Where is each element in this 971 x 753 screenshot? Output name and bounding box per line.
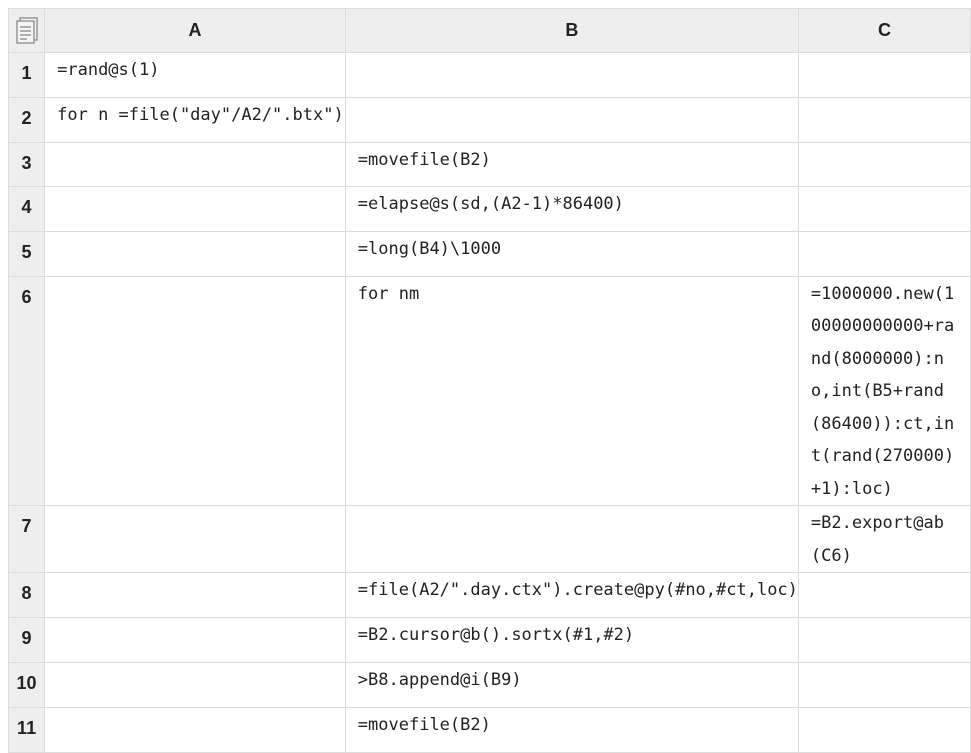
table-row: 2 for n =file("day"/A2/".btx"): [7, 96, 971, 143]
cell-b4[interactable]: =elapse@s(sd,(A2-1)*86400): [344, 186, 799, 233]
table-row: 6 for nm =1000000.new(100000000000+rand(80…: [7, 275, 971, 507]
row-header[interactable]: 10: [7, 662, 46, 708]
table-row: 8 =file(A2/".day.ctx").create@py(#no,#ct,…: [7, 572, 971, 619]
column-header-row: A B C: [7, 8, 971, 53]
cell-a5[interactable]: [44, 231, 346, 277]
sheet-menu-icon[interactable]: [14, 16, 40, 46]
row-header[interactable]: 6: [7, 275, 46, 507]
cell-a4[interactable]: [44, 186, 346, 233]
cell-c9[interactable]: [797, 617, 971, 664]
cell-text: =B2.export@ab(C6): [810, 513, 944, 566]
cell-text: for n =file("day"/A2/".btx"): [57, 104, 344, 125]
row-header[interactable]: 4: [7, 186, 46, 233]
cell-b11[interactable]: =movefile(B2): [344, 706, 799, 753]
cell-b9[interactable]: =B2.cursor@b().sortx(#1,#2): [344, 617, 799, 664]
table-row: 4 =elapse@s(sd,(A2-1)*86400): [7, 186, 971, 233]
cell-text: =movefile(B2): [357, 149, 491, 170]
cell-b6[interactable]: for nm: [344, 275, 799, 507]
row-header[interactable]: 1: [7, 52, 46, 98]
select-all-corner[interactable]: [7, 8, 46, 53]
row-header[interactable]: 7: [7, 505, 46, 574]
cell-text: =rand@s(1): [57, 60, 160, 80]
cell-c8[interactable]: [797, 572, 971, 619]
cell-c7[interactable]: =B2.export@ab(C6): [797, 505, 971, 574]
row-header[interactable]: 8: [7, 572, 46, 619]
row-header[interactable]: 11: [7, 706, 46, 753]
cell-text: =long(B4)\1000: [357, 239, 502, 260]
cell-c4[interactable]: [797, 186, 971, 233]
cell-b5[interactable]: =long(B4)\1000: [344, 231, 799, 277]
cell-a6[interactable]: [44, 275, 346, 507]
cell-a10[interactable]: [44, 662, 346, 708]
cell-c11[interactable]: [797, 706, 971, 753]
cell-a9[interactable]: [44, 617, 346, 664]
cell-c3[interactable]: [797, 141, 971, 188]
column-header-c[interactable]: C: [797, 8, 971, 53]
table-row: 9 =B2.cursor@b().sortx(#1,#2): [7, 617, 971, 664]
cell-a7[interactable]: [44, 505, 346, 574]
cell-b7[interactable]: [344, 505, 799, 574]
table-row: 5 =long(B4)\1000: [7, 231, 971, 277]
cell-b10[interactable]: >B8.append@i(B9): [344, 662, 799, 708]
cell-a8[interactable]: [44, 572, 346, 619]
table-row: 10 >B8.append@i(B9): [7, 662, 971, 708]
row-header[interactable]: 2: [7, 96, 46, 143]
cell-a1[interactable]: =rand@s(1): [44, 52, 346, 98]
cell-b8[interactable]: =file(A2/".day.ctx").create@py(#no,#ct,l…: [344, 572, 799, 619]
cell-b1[interactable]: [344, 52, 799, 98]
cell-text: =movefile(B2): [357, 714, 491, 735]
row-header[interactable]: 9: [7, 617, 46, 664]
spreadsheet-grid: A B C 1 =rand@s(1) 2 for n =file("day"/A2/"…: [7, 8, 971, 753]
cell-a11[interactable]: [44, 706, 346, 753]
cell-a3[interactable]: [44, 141, 346, 188]
column-header-b[interactable]: B: [344, 8, 799, 53]
column-header-a[interactable]: A: [44, 8, 346, 53]
table-row: 7 =B2.export@ab(C6): [7, 505, 971, 574]
cell-c6[interactable]: =1000000.new(100000000000+rand(8000000):…: [797, 275, 971, 507]
cell-text: =elapse@s(sd,(A2-1)*86400): [357, 194, 624, 215]
cell-b3[interactable]: =movefile(B2): [344, 141, 799, 188]
cell-text: =B2.cursor@b().sortx(#1,#2): [357, 625, 635, 646]
cell-text: =1000000.new(100000000000+rand(8000000):…: [810, 283, 955, 499]
cell-c10[interactable]: [797, 662, 971, 708]
cell-b2[interactable]: [344, 96, 799, 143]
cell-c5[interactable]: [797, 231, 971, 277]
table-row: 3 =movefile(B2): [7, 141, 971, 188]
cell-text: for nm: [357, 283, 420, 304]
row-header[interactable]: 3: [7, 141, 46, 188]
cell-a2[interactable]: for n =file("day"/A2/".btx"): [44, 96, 346, 143]
row-header[interactable]: 5: [7, 231, 46, 277]
cell-text: =file(A2/".day.ctx").create@py(#no,#ct,l…: [357, 580, 798, 601]
cell-text: >B8.append@i(B9): [357, 670, 522, 691]
cell-c1[interactable]: [797, 52, 971, 98]
cell-c2[interactable]: [797, 96, 971, 143]
table-row: 11 =movefile(B2): [7, 706, 971, 753]
table-row: 1 =rand@s(1): [7, 52, 971, 98]
